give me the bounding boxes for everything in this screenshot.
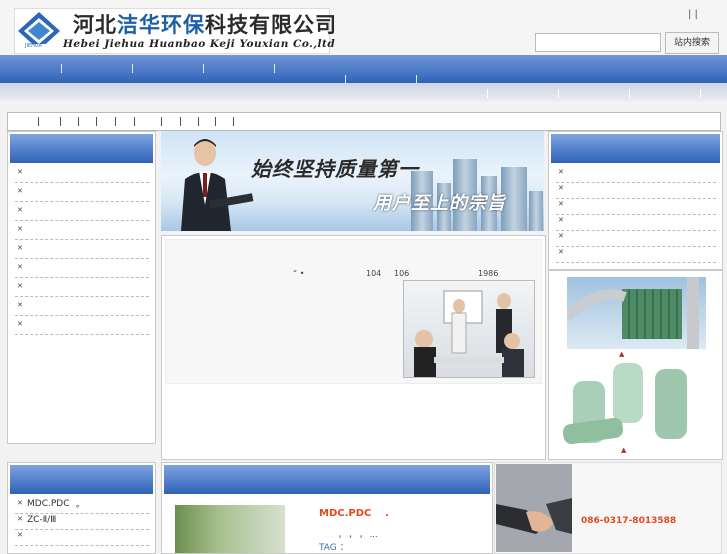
category-link-8[interactable] <box>180 117 181 126</box>
category-link-7[interactable] <box>161 117 162 126</box>
category-link-5[interactable] <box>115 117 116 126</box>
product-category-bar <box>7 112 721 131</box>
cross-bullet-icon: ✕ <box>558 216 564 224</box>
featured-product-panel: MDC.PDC . ， ， ， … TAG ： <box>161 462 493 554</box>
cross-bullet-icon: ✕ <box>558 248 564 256</box>
mdc-description: ， ， ， … <box>338 530 378 539</box>
handshake-image <box>496 464 572 552</box>
cross-bullet-icon: ✕ <box>17 320 23 328</box>
cross-bullet-icon: ✕ <box>17 531 23 539</box>
list-item[interactable]: ✕ <box>15 297 149 316</box>
category-link-6[interactable] <box>134 117 135 126</box>
search-input[interactable] <box>535 33 661 52</box>
cross-bullet-icon: ✕ <box>558 200 564 208</box>
right-panel-header <box>551 134 720 163</box>
list-item[interactable]: ✕ <box>15 221 149 240</box>
category-link-3[interactable] <box>78 117 79 126</box>
category-link-11[interactable] <box>233 117 234 126</box>
logo-mark-text: JIEHUA <box>25 43 42 49</box>
search-button[interactable]: 站内搜索 <box>665 32 719 54</box>
company-intro-panel: “ • 104 106 1986 <box>161 235 546 460</box>
list-item[interactable]: ✕ <box>15 164 149 183</box>
featured-panel-header <box>164 465 490 494</box>
nav-item-4[interactable] <box>274 64 275 73</box>
category-link-9[interactable] <box>198 117 199 126</box>
mdc-product-image[interactable] <box>175 505 285 553</box>
list-item[interactable]: ✕ <box>15 278 149 297</box>
list-item[interactable]: ✕ <box>15 259 149 278</box>
company-name-cn: 河北洁华环保科技有限公司 <box>73 12 337 37</box>
banner-slogan-2: 用户至上的宗旨 <box>373 193 506 214</box>
list-item[interactable]: ✕ <box>556 244 716 263</box>
dust-collector-image[interactable] <box>567 277 706 349</box>
banner-slogan-1: 始终坚持质量第一 <box>251 157 419 181</box>
main-nav <box>0 55 727 84</box>
contact-phone: 086-0317-8013588 <box>581 516 677 526</box>
contact-panel: 086-0317-8013588 <box>494 462 722 554</box>
intro-content: “ • 104 106 1986 <box>165 239 542 384</box>
sub-nav <box>0 83 727 101</box>
right-news-panel: ✕ ✕ ✕ ✕ ✕ ✕ <box>548 131 723 270</box>
site-header: JIEHUA 河北洁华环保科技有限公司 Hebei Jiehua Huanbao… <box>0 0 727 55</box>
intro-text-4: 1986 <box>478 269 499 278</box>
cross-bullet-icon: ✕ <box>558 168 564 176</box>
list-item[interactable]: ✕ <box>15 202 149 221</box>
mdc-title-dot: . <box>385 508 389 519</box>
red-triangle-icon: ▲ <box>619 350 625 358</box>
product-category-panel: ✕ MDC.PDC ✕ ZC-Ⅱ/Ⅲ ✕ 。 <box>7 462 156 554</box>
tag-link[interactable]: TAG ： <box>319 540 349 553</box>
category-link-4[interactable] <box>96 117 97 126</box>
cross-bullet-icon: ✕ <box>17 244 23 252</box>
cross-bullet-icon: ✕ <box>558 232 564 240</box>
cross-bullet-icon: ✕ <box>17 282 23 290</box>
cross-bullet-icon: ✕ <box>17 206 23 214</box>
intro-text-3: 106 <box>394 269 410 278</box>
meeting-photo <box>403 280 535 378</box>
intro-text-2: 104 <box>366 269 382 278</box>
company-logo[interactable]: JIEHUA 河北洁华环保科技有限公司 Hebei Jiehua Huanbao… <box>14 8 336 54</box>
category-link-2[interactable] <box>60 117 61 126</box>
left-panel-header <box>10 134 153 163</box>
left-category-panel: ✕ ✕ ✕ ✕ ✕ ✕ ✕ ✕ ✕ <box>7 131 156 444</box>
subnav-item-4[interactable] <box>700 89 701 98</box>
category-link-1[interactable] <box>38 117 39 126</box>
cross-bullet-icon: ✕ <box>17 225 23 233</box>
list-item[interactable]: ✕ <box>15 240 149 259</box>
category-link-10[interactable] <box>215 117 216 126</box>
list-item-label: ZC-Ⅱ/Ⅲ <box>27 515 57 525</box>
product-showcase-panel: ▲ ▲ <box>548 270 723 460</box>
list-item[interactable]: ✕ <box>15 183 149 202</box>
company-name-en: Hebei Jiehua Huanbao Keji Youxian Co.,lt… <box>63 38 336 50</box>
filter-bag-image[interactable] <box>563 361 709 444</box>
nav-item-2[interactable] <box>132 64 133 73</box>
list-item[interactable]: ✕ <box>15 527 149 546</box>
cross-bullet-icon: ✕ <box>17 515 23 523</box>
cross-bullet-icon: ✕ <box>558 184 564 192</box>
cross-bullet-icon: ✕ <box>17 263 23 271</box>
list-extra-mark: 。 <box>76 500 86 510</box>
subnav-item-1[interactable] <box>487 89 488 98</box>
list-item-label: MDC.PDC <box>27 499 70 509</box>
cross-bullet-icon: ✕ <box>17 301 23 309</box>
cross-bullet-icon: ✕ <box>17 168 23 176</box>
subnav-item-2[interactable] <box>558 89 559 98</box>
businessman-image <box>181 139 254 231</box>
cross-bullet-icon: ✕ <box>17 499 23 507</box>
cross-bullet-icon: ✕ <box>17 187 23 195</box>
subnav-item-3[interactable] <box>629 89 630 98</box>
intro-text-1: “ • <box>293 269 305 278</box>
red-triangle-icon: ▲ <box>621 446 627 454</box>
product-panel-header <box>10 465 153 494</box>
mdc-product-title[interactable]: MDC.PDC <box>319 508 371 519</box>
nav-item-1[interactable] <box>61 64 62 73</box>
list-item[interactable]: ✕ <box>15 316 149 335</box>
nav-item-3[interactable] <box>203 64 204 73</box>
top-links[interactable]: | | <box>688 9 698 20</box>
hero-banner: 始终坚持质量第一 用户至上的宗旨 <box>161 131 544 231</box>
